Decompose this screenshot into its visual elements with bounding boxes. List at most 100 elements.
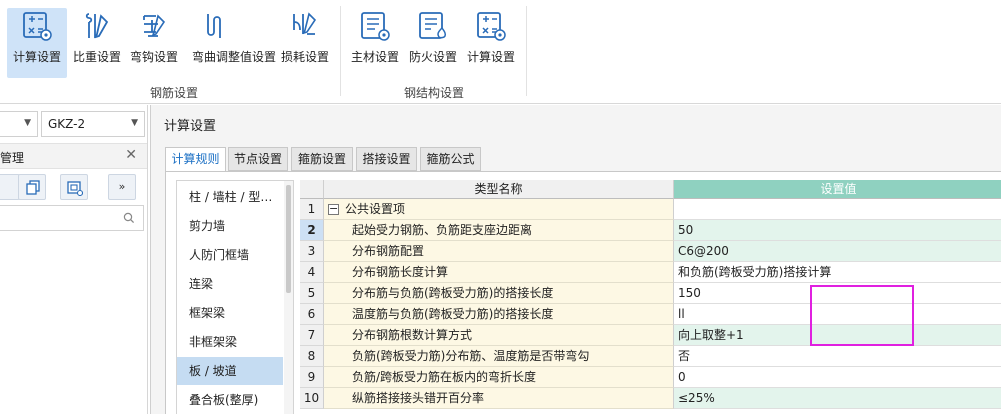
layer-button[interactable] [60,174,88,200]
weight-settings-button[interactable]: 比重设置 [67,8,127,78]
row-number: 3 [300,241,324,262]
search-icon [123,212,135,224]
copy-icon [26,180,40,195]
dialog-title: 计算设置 [164,119,217,134]
category-item[interactable]: 人防门框墙 [177,241,283,269]
component-dropdown[interactable]: GKZ-2 ▼ [41,111,145,137]
table-row[interactable]: 10 纵筋搭接接头错开百分率 ≤25% [300,388,1001,409]
row-number: 10 [300,388,324,409]
grid-corner [300,180,324,199]
value-cell[interactable]: 和负筋(跨板受力筋)搭接计算 [674,262,1001,283]
search-input[interactable] [0,205,144,231]
tab-lap-settings[interactable]: 搭接设置 [356,147,417,171]
floor-dropdown[interactable]: ▼ [0,111,38,137]
name-cell: 负筋/跨板受力筋在板内的弯折长度 [324,367,674,388]
group-label-rebar: 钢筋设置 [150,86,199,100]
main-material-icon [361,12,390,41]
tab-node-settings[interactable]: 节点设置 [228,147,288,171]
fireproof-icon [419,12,446,39]
value-cell[interactable]: 否 [674,346,1001,367]
main-material-button[interactable]: 主材设置 [345,8,405,78]
category-item[interactable]: 连梁 [177,270,283,298]
table-row[interactable]: 8 负筋(跨板受力筋)分布筋、温度筋是否带弯勾 否 [300,346,1001,367]
name-cell: 温度筋与负筋(跨板受力筋)的搭接长度 [324,304,674,325]
category-item[interactable]: 框架梁 [177,299,283,327]
category-item[interactable]: 柱 / 墙柱 / 型… [177,183,283,211]
button-label: 弯曲调整值设置 [192,50,277,64]
category-list: 柱 / 墙柱 / 型… 剪力墙 人防门框墙 连梁 框架梁 非框架梁 板 / 坡道… [176,180,294,414]
close-icon[interactable]: ✕ [125,147,137,163]
group-name-cell: − 公共设置项 [324,199,674,220]
row-number: 1 [300,199,324,220]
name-cell: 分布钢筋根数计算方式 [324,325,674,346]
button-label: 弯钩设置 [129,50,178,64]
loss-settings-button[interactable]: 损耗设置 [275,8,335,78]
rebar-calc-settings-button[interactable]: 计算设置 [7,8,67,78]
tab-stirrup-formula[interactable]: 箍筋公式 [420,147,481,171]
ribbon: 计算设置 比重设置 弯钩设置 弯曲调整值设置 损耗设置 钢筋设置 主材设置 防火… [0,0,1001,104]
fireproof-settings-button[interactable]: 防火设置 [403,8,463,78]
group-label-steel: 钢结构设置 [404,86,465,100]
calc-settings-icon [477,12,506,41]
row-number: 4 [300,262,324,283]
hook-settings-icon [143,14,166,37]
bend-adjust-icon [207,14,221,38]
tab-calc-rules[interactable]: 计算规则 [165,147,226,172]
button-label: 损耗设置 [280,50,329,64]
name-cell: 分布筋与负筋(跨板受力筋)的搭接长度 [324,283,674,304]
copy-button[interactable] [18,174,46,200]
panel-header: 管理 ✕ [0,143,147,169]
name-cell: 分布钢筋长度计算 [324,262,674,283]
left-panel: ▼ GKZ-2 ▼ 管理 ✕ » [0,105,148,414]
toolbar-button[interactable] [0,174,20,200]
component-dropdown-value: GKZ-2 [48,117,86,131]
table-row[interactable]: 4 分布钢筋长度计算 和负筋(跨板受力筋)搭接计算 [300,262,1001,283]
row-number: 5 [300,283,324,304]
category-item[interactable]: 非框架梁 [177,328,283,356]
value-cell [674,199,1001,220]
row-number: 9 [300,367,324,388]
weight-settings-icon [85,13,109,39]
table-row[interactable]: 2 起始受力钢筋、负筋距支座边距离 50 [300,220,1001,241]
value-cell[interactable]: 0 [674,367,1001,388]
panel-toolbar: » [0,171,147,205]
collapse-icon[interactable]: − [328,203,339,215]
name-cell: 纵筋搭接接头错开百分率 [324,388,674,409]
chevron-down-icon: ▼ [131,118,138,128]
layer-icon [67,181,83,196]
row-number: 6 [300,304,324,325]
name-cell: 负筋(跨板受力筋)分布筋、温度筋是否带弯勾 [324,346,674,367]
value-cell[interactable]: C6@200 [674,241,1001,262]
panel-title: 管理 [0,151,25,165]
name-cell: 起始受力钢筋、负筋距支座边距离 [324,220,674,241]
calc-settings-icon [23,12,52,41]
table-row[interactable]: 9 负筋/跨板受力筋在板内的弯折长度 0 [300,367,1001,388]
button-label: 计算设置 [466,50,515,64]
group-name: 公共设置项 [345,202,406,216]
more-icon: » [118,180,126,193]
table-row[interactable]: 1 − 公共设置项 [300,199,1001,220]
chevron-down-icon: ▼ [24,118,31,128]
value-cell[interactable]: 50 [674,220,1001,241]
ribbon-divider [526,6,527,96]
tab-stirrup-settings[interactable]: 箍筋设置 [291,147,353,171]
tab-content: 柱 / 墙柱 / 型… 剪力墙 人防门框墙 连梁 框架梁 非框架梁 板 / 坡道… [165,171,1001,414]
calc-settings-dialog: 计算设置 计算规则 节点设置 箍筋设置 搭接设置 箍筋公式 柱 / 墙柱 / 型… [150,105,1001,414]
category-item-selected[interactable]: 板 / 坡道 [177,357,283,385]
bend-adjust-button[interactable]: 弯曲调整值设置 [192,8,276,78]
category-scrollbar[interactable] [284,181,293,414]
name-cell: 分布钢筋配置 [324,241,674,262]
row-number: 7 [300,325,324,346]
table-row[interactable]: 3 分布钢筋配置 C6@200 [300,241,1001,262]
column-header-name[interactable]: 类型名称 [324,180,674,199]
row-number: 8 [300,346,324,367]
hook-settings-button[interactable]: 弯钩设置 [124,8,184,78]
category-item[interactable]: 剪力墙 [177,212,283,240]
category-item[interactable]: 叠合板(整厚) [177,386,283,414]
settings-grid: 类型名称 设置值 1 − 公共设置项 2 起始受力钢筋、负筋距支座边距离 50 3… [300,180,1001,414]
column-header-value[interactable]: 设置值 [674,180,1001,199]
steel-calc-settings-button[interactable]: 计算设置 [461,8,521,78]
more-tools-button[interactable]: » [108,174,136,200]
scrollbar-thumb[interactable] [286,185,291,293]
value-cell[interactable]: ≤25% [674,388,1001,409]
